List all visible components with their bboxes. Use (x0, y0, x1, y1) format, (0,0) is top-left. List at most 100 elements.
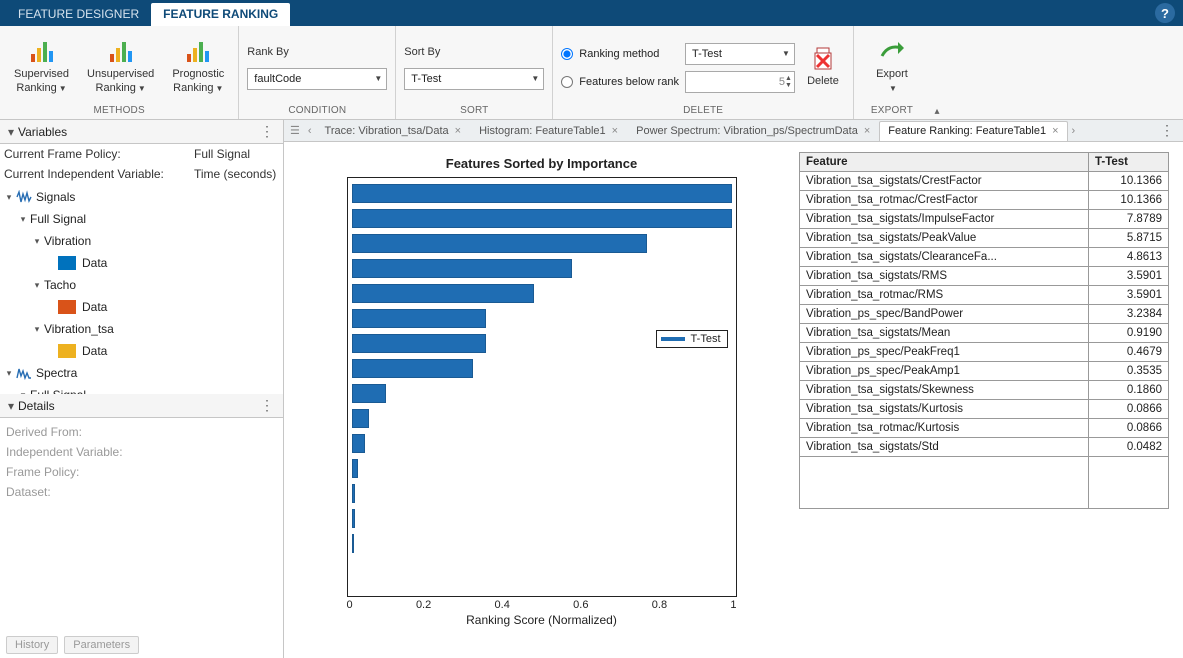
chart-bar[interactable] (352, 434, 365, 453)
details-body: Derived From: Independent Variable: Fram… (0, 418, 283, 632)
table-row[interactable]: Vibration_ps_spec/PeakAmp10.3535 (800, 362, 1169, 381)
table-row[interactable]: Vibration_tsa_rotmac/RMS3.5901 (800, 286, 1169, 305)
panel-menu-icon[interactable]: ⋮ (256, 123, 279, 140)
chart-bar[interactable] (352, 309, 487, 328)
chart-bar[interactable] (352, 284, 534, 303)
chart-bar[interactable] (352, 509, 355, 528)
ranking-table-wrap: Feature T-Test Vibration_tsa_sigstats/Cr… (799, 152, 1169, 648)
features-below-spinner[interactable]: 5 ▲▼ (685, 71, 795, 93)
tabs-next-icon[interactable]: › (1068, 125, 1080, 137)
chart-bar[interactable] (352, 334, 487, 353)
spin-up-icon[interactable]: ▲ (785, 75, 792, 82)
chart-bar[interactable] (352, 409, 369, 428)
panel-menu-icon[interactable]: ⋮ (256, 397, 279, 414)
tree-full-signal-2[interactable]: ▾Full Signal (0, 384, 283, 394)
table-row[interactable]: Vibration_tsa_sigstats/Skewness0.1860 (800, 381, 1169, 400)
frame-policy-value: Full Signal (194, 147, 250, 161)
chart-bar[interactable] (352, 459, 359, 478)
sort-by-value: T-Test (411, 73, 441, 85)
close-icon[interactable]: × (612, 125, 618, 137)
help-button[interactable]: ? (1155, 3, 1175, 23)
close-icon[interactable]: × (864, 125, 870, 137)
table-row[interactable]: Vibration_ps_spec/PeakFreq10.4679 (800, 343, 1169, 362)
app-tab-designer[interactable]: FEATURE DESIGNER (6, 3, 151, 26)
close-icon[interactable]: × (455, 125, 461, 137)
table-row[interactable]: Vibration_tsa_sigstats/Mean0.9190 (800, 324, 1169, 343)
delete-button[interactable]: Delete (801, 41, 845, 92)
sort-by-select[interactable]: T-Test ▼ (404, 68, 544, 90)
collapse-icon[interactable]: ▾ (4, 125, 18, 139)
tabs-more-icon[interactable]: ⋮ (1154, 122, 1181, 139)
tree-tacho[interactable]: ▾Tacho (0, 274, 283, 296)
ts-group-sort: Sort By T-Test ▼ SORT (396, 26, 553, 119)
chart-bar[interactable] (352, 184, 732, 203)
table-row[interactable]: Vibration_tsa_sigstats/Kurtosis0.0866 (800, 400, 1169, 419)
chart-bar[interactable] (352, 484, 355, 503)
spin-down-icon[interactable]: ▼ (785, 82, 792, 89)
chart-bar[interactable] (352, 234, 647, 253)
tree-vibration-data[interactable]: Data (0, 252, 283, 274)
table-row[interactable]: Vibration_tsa_sigstats/RMS3.5901 (800, 267, 1169, 286)
tab-power-spectrum[interactable]: Power Spectrum: Vibration_ps/SpectrumDat… (627, 121, 879, 141)
features-below-value: 5 (692, 76, 785, 88)
chart-legend[interactable]: T-Test (656, 330, 728, 348)
close-icon[interactable]: × (1052, 125, 1058, 137)
details-iv: Independent Variable: (6, 442, 277, 462)
rank-by-select[interactable]: faultCode ▼ (247, 68, 387, 90)
parameters-button[interactable]: Parameters (64, 636, 139, 654)
chart-bar[interactable] (352, 259, 572, 278)
tabs-menu-icon[interactable]: ☰ (286, 124, 304, 137)
table-row[interactable]: Vibration_ps_spec/BandPower3.2384 (800, 305, 1169, 324)
tabs-prev-icon[interactable]: ‹ (304, 125, 316, 137)
content-area: Features Sorted by Importance T-Test 00.… (284, 142, 1183, 658)
col-feature[interactable]: Feature (800, 153, 1089, 172)
tree-tacho-data[interactable]: Data (0, 296, 283, 318)
tab-feature-ranking[interactable]: Feature Ranking: FeatureTable1× (879, 121, 1067, 141)
ranking-method-select[interactable]: T-Test ▼ (685, 43, 795, 65)
table-row[interactable]: Vibration_tsa_sigstats/Std0.0482 (800, 438, 1169, 457)
unsupervised-ranking-button[interactable]: UnsupervisedRanking▼ (81, 34, 160, 98)
tree-signals[interactable]: ▾Signals (0, 186, 283, 208)
table-row[interactable]: Vibration_tsa_rotmac/CrestFactor10.1366 (800, 191, 1169, 210)
prognostic-ranking-button[interactable]: PrognosticRanking▼ (166, 34, 230, 98)
group-label-export: EXPORT (854, 103, 930, 119)
ranking-table[interactable]: Feature T-Test Vibration_tsa_sigstats/Cr… (799, 152, 1169, 509)
ranking-method-radio[interactable] (561, 48, 573, 60)
chart-bar[interactable] (352, 209, 732, 228)
toolstrip-collapse[interactable]: ▴ (930, 26, 944, 119)
chevron-down-icon: ▼ (889, 84, 897, 93)
tree-vibration[interactable]: ▾Vibration (0, 230, 283, 252)
chart-bar[interactable] (352, 534, 354, 553)
variables-tree[interactable]: ▾Signals ▾Full Signal ▾Vibration Data ▾T… (0, 184, 283, 394)
ranking-method-value: T-Test (692, 48, 722, 60)
tree-vibration-tsa-data[interactable]: Data (0, 340, 283, 362)
table-row[interactable]: Vibration_tsa_sigstats/CrestFactor10.136… (800, 172, 1169, 191)
tree-vibration-tsa[interactable]: ▾Vibration_tsa (0, 318, 283, 340)
app-tab-ranking[interactable]: FEATURE RANKING (151, 3, 290, 26)
col-ttest[interactable]: T-Test (1089, 153, 1169, 172)
tree-full-signal-1[interactable]: ▾Full Signal (0, 208, 283, 230)
chart-axes[interactable]: T-Test (347, 177, 737, 597)
details-ds: Dataset: (6, 482, 277, 502)
tree-spectra[interactable]: ▾Spectra (0, 362, 283, 384)
table-row[interactable]: Vibration_tsa_sigstats/ImpulseFactor7.87… (800, 210, 1169, 229)
rank-by-label: Rank By (247, 46, 387, 58)
table-row[interactable]: Vibration_tsa_sigstats/ClearanceFa...4.8… (800, 248, 1169, 267)
table-row[interactable]: Vibration_tsa_sigstats/PeakValue5.8715 (800, 229, 1169, 248)
variables-title: Variables (18, 125, 67, 139)
chart-bar[interactable] (352, 384, 387, 403)
chart-bar[interactable] (352, 359, 474, 378)
frame-policy-label: Current Frame Policy: (4, 147, 194, 161)
history-button[interactable]: History (6, 636, 58, 654)
details-derived: Derived From: (6, 422, 277, 442)
collapse-icon[interactable]: ▾ (4, 399, 18, 413)
features-below-radio[interactable] (561, 76, 573, 88)
legend-swatch (661, 337, 685, 341)
table-empty-row (800, 457, 1169, 509)
supervised-ranking-button[interactable]: SupervisedRanking▼ (8, 34, 75, 98)
tab-histogram[interactable]: Histogram: FeatureTable1× (470, 121, 627, 141)
table-row[interactable]: Vibration_tsa_rotmac/Kurtosis0.0866 (800, 419, 1169, 438)
tab-trace[interactable]: Trace: Vibration_tsa/Data× (316, 121, 471, 141)
export-button[interactable]: Export▼ (862, 34, 922, 98)
group-label-methods: METHODS (0, 103, 238, 119)
